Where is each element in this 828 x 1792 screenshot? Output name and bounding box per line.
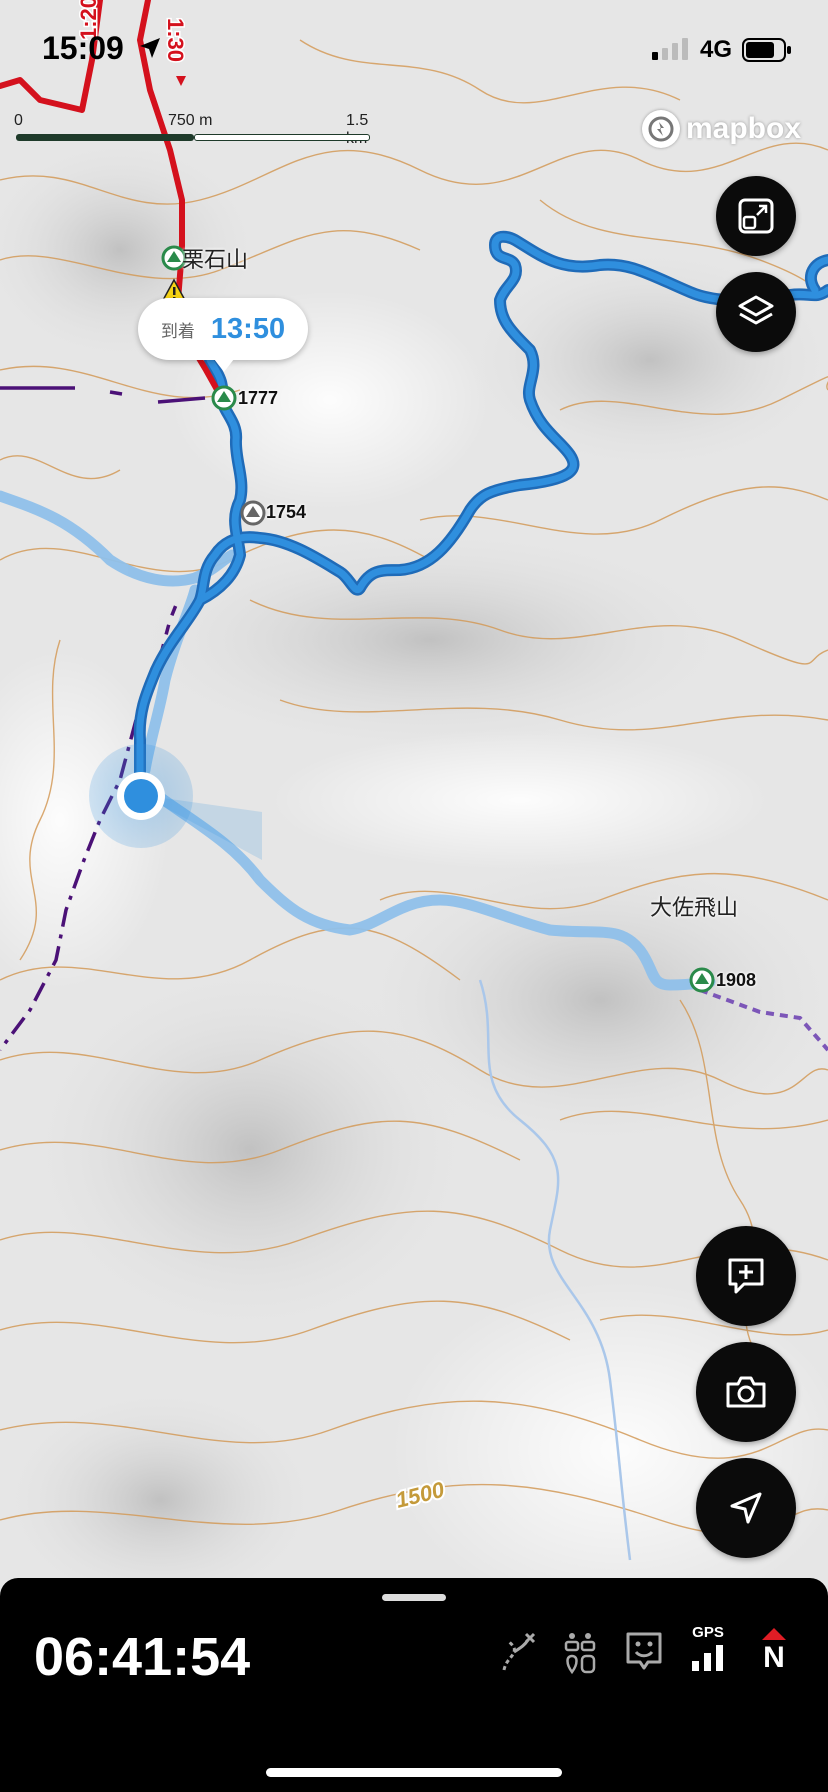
panel-grabber[interactable] <box>382 1594 446 1601</box>
mapbox-attribution[interactable]: mapbox <box>642 110 801 148</box>
locate-arrow-icon <box>730 1492 762 1524</box>
gps-label: GPS <box>692 1624 724 1641</box>
cellular-signal-icon <box>652 38 688 60</box>
route-segment-time-b: 1:30 <box>163 18 188 62</box>
peak-label-osahi: 大佐飛山 <box>650 895 739 920</box>
gps-signal-icon <box>692 1645 723 1671</box>
scale-segment-light <box>194 134 370 141</box>
social-face-icon[interactable] <box>624 1630 664 1674</box>
peak-elevation-1908: 1908 <box>716 970 757 990</box>
layers-icon <box>738 295 774 325</box>
eta-time: 13:50 <box>210 312 286 345</box>
peak-marker-1908[interactable] <box>689 967 715 993</box>
compass-north-icon <box>762 1628 786 1640</box>
camera-icon <box>726 1376 766 1408</box>
fit-route-button[interactable] <box>716 176 796 256</box>
scale-label-mid: 750 m <box>168 112 213 129</box>
locate-me-button[interactable] <box>696 1458 796 1558</box>
peak-label-kuriishi: 栗石山 <box>182 247 249 272</box>
elapsed-time: 06:41:54 <box>34 1627 251 1687</box>
map-scale-bar: 0 750 m 1.5 km <box>14 112 374 147</box>
peak-elevation-1777: 1777 <box>238 388 279 408</box>
fit-route-icon <box>738 198 774 234</box>
peak-elevation-1754: 1754 <box>266 502 307 522</box>
gps-signal-indicator[interactable]: GPS <box>690 1624 730 1676</box>
route-split-icon[interactable] <box>498 1630 538 1674</box>
network-type: 4G <box>700 36 733 63</box>
peak-marker-1777[interactable] <box>211 385 237 411</box>
location-services-icon <box>140 38 160 58</box>
compass-label: N <box>763 1641 785 1674</box>
battery-icon <box>742 38 791 62</box>
home-indicator[interactable] <box>266 1768 562 1777</box>
mapbox-logo-text: mapbox <box>686 112 802 145</box>
scale-label-end: 1.5 km <box>346 112 369 147</box>
tracking-panel[interactable]: 06:41:54 GPS N <box>0 1578 828 1792</box>
scale-label-start: 0 <box>14 112 23 129</box>
add-note-button[interactable] <box>696 1226 796 1326</box>
peak-marker-1754[interactable] <box>240 500 266 526</box>
camera-button[interactable] <box>696 1342 796 1442</box>
waypoint-list-icon[interactable] <box>560 1630 600 1676</box>
compass-indicator[interactable]: N <box>756 1626 792 1678</box>
scale-segment-dark <box>16 134 194 141</box>
mapbox-logo-icon <box>642 110 680 148</box>
add-note-icon <box>728 1258 764 1294</box>
eta-callout[interactable]: 到着 13:50 <box>138 298 308 372</box>
status-time: 15:09 <box>42 30 124 66</box>
map-layers-button[interactable] <box>716 272 796 352</box>
eta-label: 到着 <box>160 321 195 341</box>
